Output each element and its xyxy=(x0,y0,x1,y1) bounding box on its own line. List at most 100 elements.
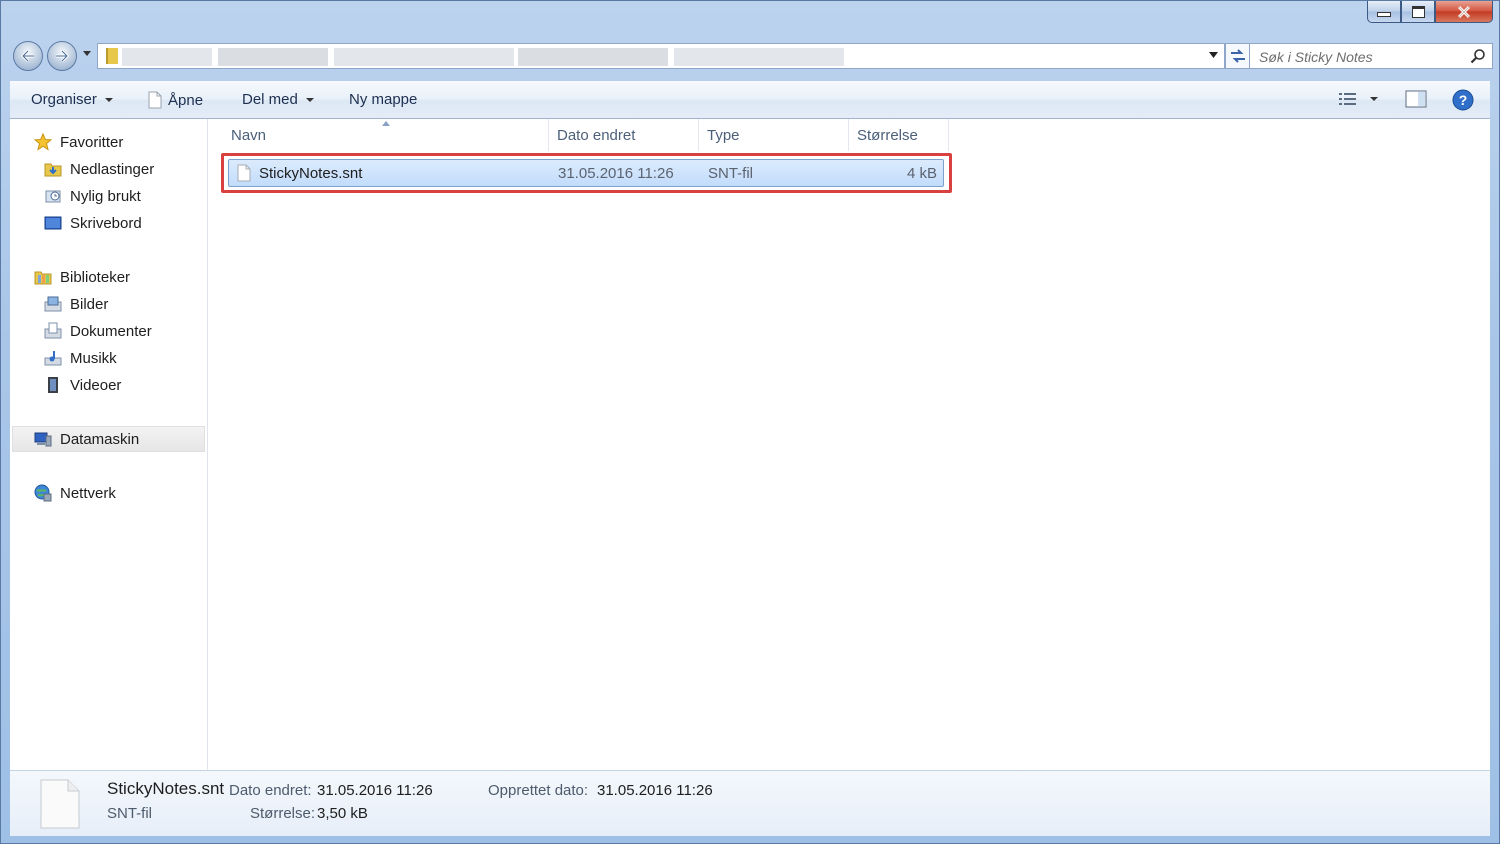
music-icon xyxy=(44,351,62,366)
sidebar-item-network[interactable]: Nettverk xyxy=(34,481,116,505)
sidebar-item-label: Biblioteker xyxy=(60,268,131,286)
details-modified-label: Dato endret: xyxy=(229,782,312,799)
details-size-value: 3,50 kB xyxy=(317,805,368,822)
explorer-window: Organiser Åpne Del med Ny mappe ? xyxy=(0,0,1500,844)
view-details-icon xyxy=(1339,93,1356,105)
sidebar-item-label: Nedlastinger xyxy=(70,160,155,178)
details-file-name: StickyNotes.snt xyxy=(107,779,225,798)
blurred-path-segment xyxy=(674,48,844,66)
minimize-button[interactable] xyxy=(1367,1,1401,23)
close-button[interactable] xyxy=(1435,1,1493,23)
arrow-right-icon xyxy=(56,49,70,63)
change-view-button[interactable] xyxy=(1338,91,1378,107)
recent-places-icon xyxy=(45,190,61,203)
blurred-path-segment xyxy=(122,48,212,66)
address-dropdown-icon[interactable] xyxy=(1209,52,1218,58)
preview-pane-button[interactable] xyxy=(1405,90,1427,108)
column-header-size[interactable]: Størrelse xyxy=(849,119,949,151)
arrow-left-icon xyxy=(20,49,34,63)
address-bar[interactable] xyxy=(97,43,1225,69)
network-icon xyxy=(34,484,52,502)
column-header-label: Størrelse xyxy=(857,127,918,144)
sidebar-item-label: Favoritter xyxy=(60,133,124,151)
column-header-label: Type xyxy=(707,127,740,144)
chevron-down-icon xyxy=(305,97,314,102)
file-icon xyxy=(148,91,162,109)
refresh-button[interactable] xyxy=(1225,43,1251,69)
sidebar-item-label: Nylig brukt xyxy=(70,187,141,205)
recent-pages-dropdown-icon[interactable] xyxy=(83,51,91,56)
details-size-label: Størrelse: xyxy=(250,805,316,822)
search-box[interactable] xyxy=(1249,43,1493,70)
svg-text:?: ? xyxy=(1459,92,1468,108)
details-created-value: 31.05.2016 11:26 xyxy=(597,782,713,799)
libraries-icon xyxy=(34,271,52,285)
maximize-button[interactable] xyxy=(1401,1,1435,23)
refresh-icon xyxy=(1231,49,1245,63)
column-header-label: Navn xyxy=(231,127,267,144)
sidebar-item-favorites[interactable]: Favoritter xyxy=(34,130,123,154)
open-button[interactable]: Åpne xyxy=(148,91,203,109)
sidebar-item-documents[interactable]: Dokumenter xyxy=(44,319,152,343)
sidebar-item-label: Dokumenter xyxy=(70,322,152,340)
preview-pane-icon xyxy=(1405,90,1427,108)
details-pane: StickyNotes.snt SNT-fil Dato endret: 31.… xyxy=(10,770,1490,836)
maximize-icon xyxy=(1411,5,1425,18)
search-input[interactable] xyxy=(1250,44,1471,70)
sidebar-item-label: Datamaskin xyxy=(60,430,140,448)
details-created-label: Opprettet dato: xyxy=(488,782,589,799)
navigation-pane: Favoritter Nedlastinger Nylig brukt Skri… xyxy=(10,119,208,770)
downloads-folder-icon xyxy=(44,163,62,177)
chevron-down-icon xyxy=(104,97,113,102)
sidebar-item-label: Nettverk xyxy=(60,484,116,502)
caption-buttons xyxy=(1367,1,1493,27)
help-icon: ? xyxy=(1452,89,1474,111)
share-with-button[interactable]: Del med xyxy=(242,91,314,108)
sort-ascending-icon xyxy=(382,121,390,126)
pictures-icon xyxy=(44,296,62,312)
minimize-icon xyxy=(1377,12,1391,17)
new-folder-label: Ny mappe xyxy=(349,91,418,108)
sidebar-item-label: Videoer xyxy=(70,376,122,394)
sidebar-item-label: Skrivebord xyxy=(70,214,142,232)
details-file-type: SNT-fil xyxy=(107,805,152,822)
sidebar-item-libraries[interactable]: Biblioteker xyxy=(34,265,130,289)
sidebar-item-pictures[interactable]: Bilder xyxy=(44,292,108,316)
open-label: Åpne xyxy=(168,91,204,109)
sidebar-item-music[interactable]: Musikk xyxy=(44,346,117,370)
blurred-path-segment xyxy=(218,48,328,66)
sidebar-item-computer[interactable]: Datamaskin xyxy=(34,427,139,451)
organize-button[interactable]: Organiser xyxy=(31,91,113,108)
desktop-icon xyxy=(44,216,62,230)
content-area: Favoritter Nedlastinger Nylig brukt Skri… xyxy=(10,119,1490,770)
column-header-name[interactable]: Navn xyxy=(208,119,549,151)
sidebar-item-videos[interactable]: Videoer xyxy=(44,373,121,397)
blurred-path-segment xyxy=(518,48,668,66)
computer-icon xyxy=(34,432,52,447)
organize-label: Organiser xyxy=(31,91,97,108)
close-icon xyxy=(1457,5,1471,18)
file-large-icon xyxy=(40,779,80,829)
command-bar: Organiser Åpne Del med Ny mappe ? xyxy=(10,81,1490,119)
search-icon[interactable] xyxy=(1470,48,1486,64)
back-button[interactable] xyxy=(13,41,43,71)
forward-button[interactable] xyxy=(47,41,77,71)
column-header-type[interactable]: Type xyxy=(699,119,849,151)
new-folder-button[interactable]: Ny mappe xyxy=(349,91,417,108)
navigation-bar xyxy=(11,39,1493,73)
chevron-down-icon xyxy=(1370,97,1378,101)
sidebar-item-downloads[interactable]: Nedlastinger xyxy=(44,157,154,181)
share-label: Del med xyxy=(242,91,298,108)
videos-icon xyxy=(48,377,58,393)
sidebar-item-label: Bilder xyxy=(70,295,109,313)
help-button[interactable]: ? xyxy=(1452,89,1474,111)
details-modified-value: 31.05.2016 11:26 xyxy=(317,782,433,799)
sidebar-item-recent-places[interactable]: Nylig brukt xyxy=(44,184,141,208)
blurred-path-segment xyxy=(334,48,514,66)
sidebar-item-label: Musikk xyxy=(70,349,117,367)
sidebar-item-desktop[interactable]: Skrivebord xyxy=(44,211,142,235)
documents-icon xyxy=(44,322,62,339)
column-header-date-modified[interactable]: Dato endret xyxy=(549,119,699,151)
annotation-highlight-box xyxy=(221,153,952,193)
folder-icon xyxy=(106,48,118,64)
